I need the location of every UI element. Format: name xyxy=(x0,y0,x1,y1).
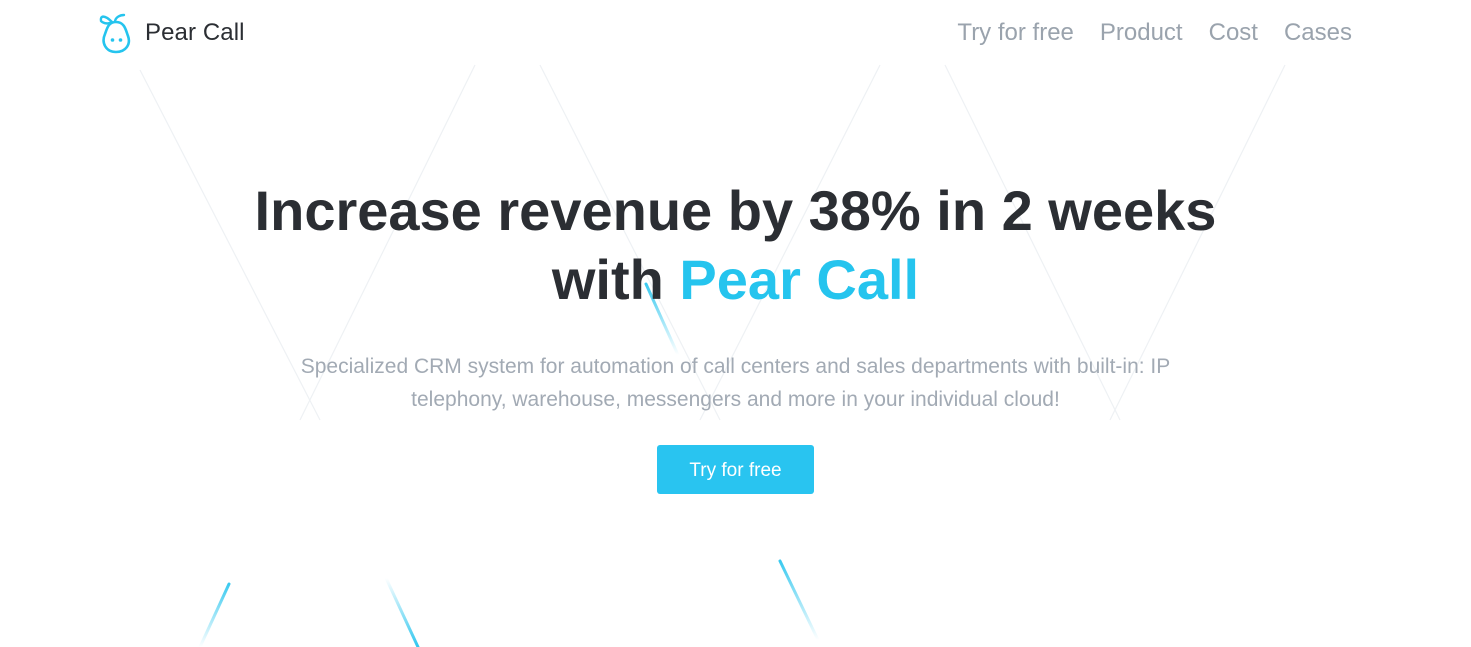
headline-line-1: Increase revenue by 38% in 2 weeks xyxy=(254,179,1217,242)
main-nav: Try for free Product Cost Cases xyxy=(957,18,1352,48)
nav-try-for-free[interactable]: Try for free xyxy=(957,18,1073,48)
try-for-free-button[interactable]: Try for free xyxy=(657,445,814,494)
meteor-streak xyxy=(198,582,231,647)
hero-section: Increase revenue by 38% in 2 weeks with … xyxy=(0,176,1471,494)
brand-name: Pear Call xyxy=(145,19,245,46)
landing-page: Pear Call Try for free Product Cost Case… xyxy=(0,0,1471,647)
hero-subtitle: Specialized CRM system for automation of… xyxy=(300,355,1171,411)
pear-logo-icon xyxy=(99,13,131,54)
headline-prefix: with xyxy=(551,248,664,311)
nav-product[interactable]: Product xyxy=(1100,18,1183,48)
meteor-streak xyxy=(778,559,820,642)
brand-logo-link[interactable]: Pear Call xyxy=(98,12,245,54)
hero-headline: Increase revenue by 38% in 2 weeks with … xyxy=(0,176,1471,314)
nav-cases[interactable]: Cases xyxy=(1284,18,1352,48)
meteor-streak xyxy=(384,576,420,647)
nav-cost[interactable]: Cost xyxy=(1209,18,1258,48)
site-header: Pear Call Try for free Product Cost Case… xyxy=(0,0,1471,68)
headline-brand: Pear Call xyxy=(679,248,920,311)
